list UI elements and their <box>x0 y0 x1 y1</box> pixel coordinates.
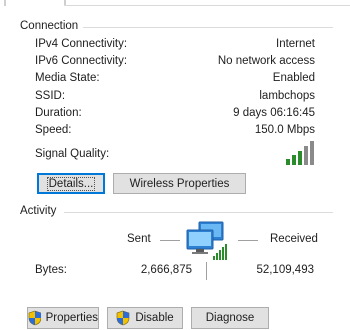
signal-bar-4 <box>304 146 308 165</box>
bytes-label: Bytes: <box>35 264 67 276</box>
connection-group-line <box>83 27 333 28</box>
sent-line <box>160 240 180 241</box>
mini-bar-5 <box>225 244 227 260</box>
bytes-received-value: 52,109,493 <box>256 264 314 276</box>
disable-button-label: Disable <box>135 312 174 324</box>
speed-row: Speed: 150.0 Mbps <box>35 124 315 140</box>
disable-button[interactable]: Disable <box>107 307 183 329</box>
front-base <box>192 252 208 254</box>
properties-button-label: Properties <box>45 312 98 324</box>
received-label: Received <box>270 233 318 245</box>
duration-label: Duration: <box>35 107 82 119</box>
properties-button[interactable]: Properties <box>27 307 99 329</box>
tab-strip <box>0 0 350 6</box>
ssid-value: lambchops <box>259 90 315 102</box>
media-state-row: Media State: Enabled <box>35 72 315 88</box>
signal-bar-5 <box>310 141 314 165</box>
wireless-properties-button-label: Wireless Properties <box>129 177 230 190</box>
network-computers-icon <box>186 221 227 260</box>
ipv4-value: Internet <box>276 38 315 50</box>
shield-icon <box>28 310 41 326</box>
diagnose-button[interactable]: Diagnose <box>191 307 269 329</box>
duration-row: Duration: 9 days 06:16:45 <box>35 107 315 123</box>
connection-group-title: Connection <box>20 20 79 32</box>
speed-value: 150.0 Mbps <box>254 124 315 136</box>
media-state-label: Media State: <box>35 72 100 84</box>
details-button[interactable]: Details... <box>37 173 105 194</box>
received-line <box>238 240 258 241</box>
speed-label: Speed: <box>35 124 72 136</box>
media-state-value: Enabled <box>272 72 315 84</box>
shield-icon <box>117 310 130 326</box>
signal-quality-icon <box>286 141 314 165</box>
duration-value: 9 days 06:16:45 <box>233 107 315 119</box>
mini-bar-1 <box>213 256 215 260</box>
signal-bar-3 <box>298 151 302 165</box>
front-stand <box>196 249 204 252</box>
bytes-divider <box>206 262 207 280</box>
activity-group-title: Activity <box>20 205 57 217</box>
ssid-row: SSID: lambchops <box>35 90 315 106</box>
ipv4-label: IPv4 Connectivity: <box>35 38 128 50</box>
ssid-label: SSID: <box>35 90 66 102</box>
activity-group-line <box>64 212 333 213</box>
signal-bar-1 <box>286 159 290 165</box>
mini-bar-2 <box>216 253 218 260</box>
tab-edge-left <box>4 0 6 6</box>
diagnose-button-label: Diagnose <box>205 312 255 324</box>
sent-label: Sent <box>127 233 151 245</box>
wireless-properties-button[interactable]: Wireless Properties <box>113 173 246 194</box>
front-screen <box>189 232 211 246</box>
ipv6-row: IPv6 Connectivity: No network access <box>35 55 315 71</box>
tab-baseline <box>64 5 350 6</box>
mini-bar-3 <box>219 250 221 260</box>
bytes-sent-value: 2,666,875 <box>140 264 192 276</box>
signal-quality-label: Signal Quality: <box>35 148 110 160</box>
ipv6-label: IPv6 Connectivity: <box>35 55 128 67</box>
signal-bar-2 <box>292 155 296 165</box>
ipv6-value: No network access <box>217 55 315 67</box>
ipv4-row: IPv4 Connectivity: Internet <box>35 38 315 54</box>
details-button-label: Details... <box>46 176 96 191</box>
mini-bar-4 <box>222 247 224 260</box>
